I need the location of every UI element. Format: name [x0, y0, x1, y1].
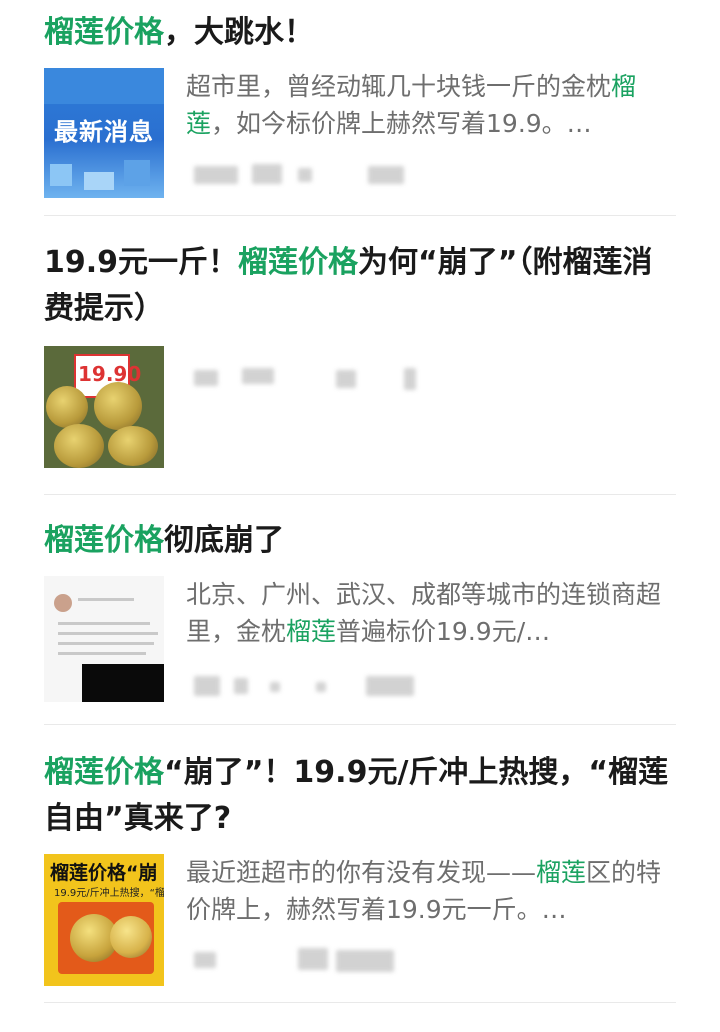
divider: [44, 215, 676, 216]
keyword-highlight: 榴莲价格: [44, 15, 164, 50]
result-thumbnail[interactable]: 榴莲价格“崩 19.9元/斤冲上热搜，“榴莲自由: [44, 854, 164, 986]
result-snippet: 最近逛超市的你有没有发现——榴莲区的特价牌上，赫然写着19.9元一斤。…: [186, 854, 676, 928]
result-item[interactable]: 榴莲价格“崩了”！19.9元/斤冲上热搜，“榴莲自由”真来了? 榴莲价格“崩 1…: [44, 750, 676, 986]
result-snippet: 北京、广州、武汉、成都等城市的连锁商超里，金枕榴莲普遍标价19.9元/…: [186, 576, 676, 650]
text-segment: ，如今标价牌上赫然写着19.9。…: [211, 109, 592, 138]
result-thumbnail[interactable]: [44, 576, 164, 702]
text-segment: 彻底崩了: [164, 523, 284, 558]
redaction-block: [82, 664, 164, 702]
text-segment: 普遍标价19.9元/…: [336, 617, 551, 646]
result-item[interactable]: 19.9元一斤！榴莲价格为何“崩了”（附榴莲消费提示） 19.90: [44, 240, 676, 468]
result-source-blurred: [186, 160, 486, 190]
keyword-highlight: 榴莲: [536, 858, 587, 887]
divider: [44, 494, 676, 495]
result-item[interactable]: 榴莲价格彻底崩了 北京、广州、武汉、成都等城市的连锁商超里，金枕榴莲普遍标价19…: [44, 518, 676, 702]
text-segment: 19.9元一斤！: [44, 245, 239, 280]
text-segment: 最近逛超市的你有没有发现——: [186, 858, 537, 887]
text-segment: ，大跳水！: [164, 15, 314, 50]
avatar: [54, 594, 72, 612]
result-source-blurred: [186, 364, 486, 394]
result-title[interactable]: 榴莲价格“崩了”！19.9元/斤冲上热搜，“榴莲自由”真来了?: [44, 750, 676, 842]
result-title[interactable]: 榴莲价格，大跳水！: [44, 10, 676, 56]
result-title[interactable]: 19.9元一斤！榴莲价格为何“崩了”（附榴莲消费提示）: [44, 240, 676, 332]
keyword-highlight: 榴莲价格: [44, 755, 164, 790]
result-source-blurred: [186, 672, 486, 702]
result-item[interactable]: 榴莲价格，大跳水！ 最新消息 超市里，曾经动辄几十块钱一斤的金枕榴莲，如今标价牌…: [44, 10, 676, 198]
poster-headline: 榴莲价格“崩: [50, 862, 158, 884]
text-segment: 超市里，曾经动辄几十块钱一斤的金枕: [186, 72, 612, 101]
search-results-feed: 榴莲价格，大跳水！ 最新消息 超市里，曾经动辄几十块钱一斤的金枕榴莲，如今标价牌…: [0, 0, 720, 1032]
thumbnail-caption: 最新消息: [54, 118, 154, 146]
divider: [44, 724, 676, 725]
result-source-blurred: [186, 946, 486, 976]
result-snippet: 超市里，曾经动辄几十块钱一斤的金枕榴莲，如今标价牌上赫然写着19.9。…: [186, 68, 676, 142]
poster-subline: 19.9元/斤冲上热搜，“榴莲自由: [54, 888, 164, 899]
result-thumbnail[interactable]: 19.90: [44, 346, 164, 468]
result-title[interactable]: 榴莲价格彻底崩了: [44, 518, 676, 564]
keyword-highlight: 榴莲价格: [44, 523, 164, 558]
result-thumbnail[interactable]: 最新消息: [44, 68, 164, 198]
keyword-highlight: 榴莲价格: [238, 245, 359, 280]
divider: [44, 1002, 676, 1003]
keyword-highlight: 榴莲: [286, 617, 337, 646]
